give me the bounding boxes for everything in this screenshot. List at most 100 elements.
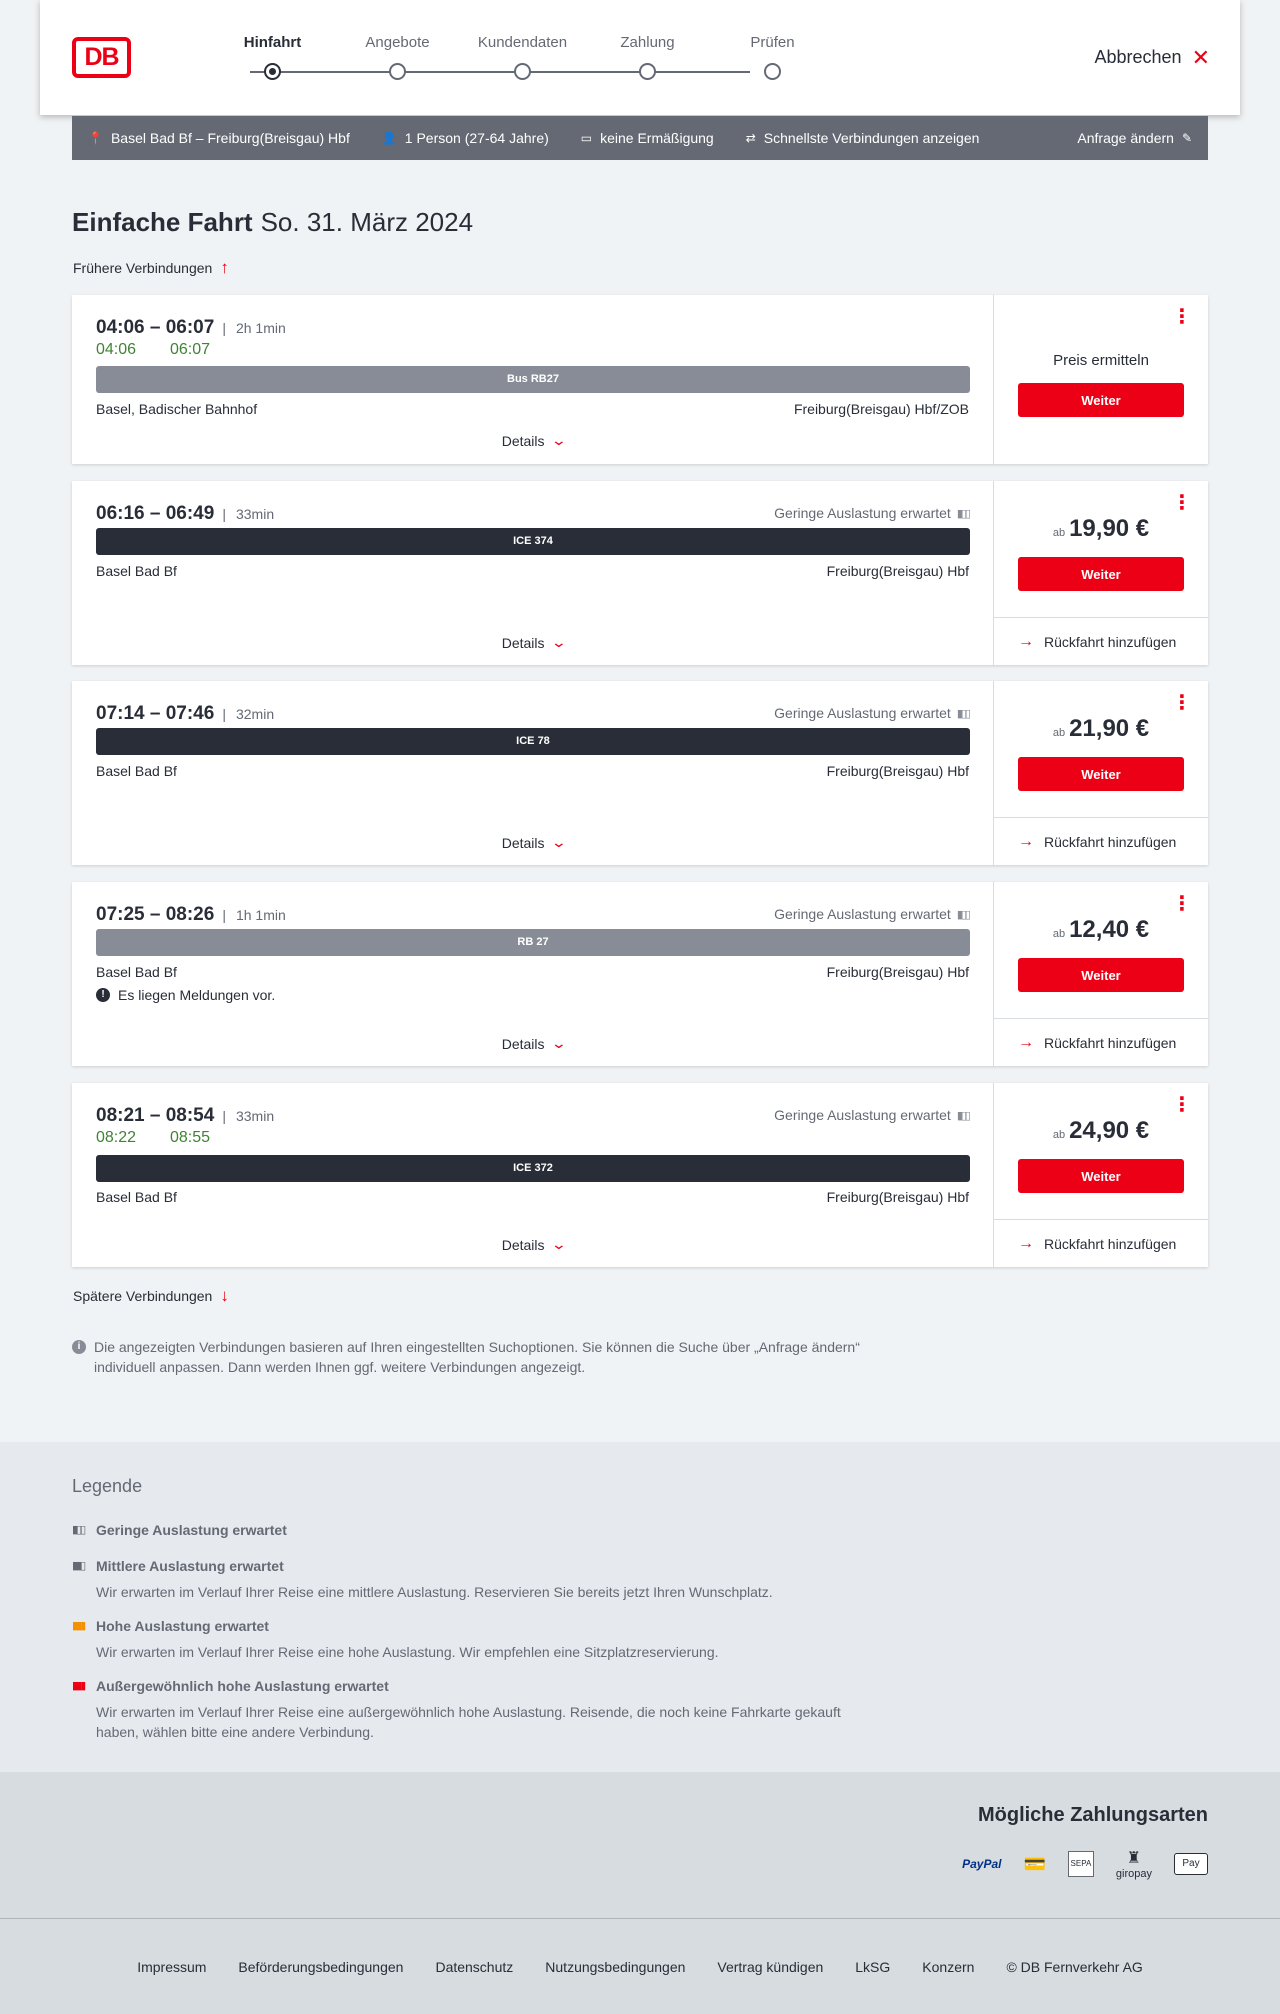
weiter-button[interactable]: Weiter	[1018, 958, 1184, 992]
price-value: 19,90 €	[1069, 515, 1150, 542]
add-return-trip[interactable]: → Rückfahrt hinzufügen	[994, 617, 1208, 665]
add-return-trip[interactable]: → Rückfahrt hinzufügen	[994, 1219, 1208, 1267]
change-query-label: Anfrage ändern	[1077, 130, 1174, 146]
step-dot	[639, 63, 656, 80]
more-options-icon[interactable]: ⋮	[1172, 693, 1192, 713]
legend-item-title: Außergewöhnlich hohe Auslastung erwartet	[96, 1678, 389, 1694]
legend-title: Legende	[72, 1476, 143, 1496]
details-toggle[interactable]: Details ⌄	[72, 634, 994, 651]
realtime-arrival: 06:07	[170, 341, 211, 358]
db-logo[interactable]: DB	[72, 37, 131, 78]
realtime-times: 04:06 06:07	[96, 341, 244, 359]
details-toggle[interactable]: Details ⌄	[72, 1236, 994, 1253]
close-icon: ✕	[1191, 44, 1210, 70]
train-bar: ICE 78	[96, 728, 970, 755]
occupancy: Geringe Auslastung erwartet ▮▯▯	[774, 1107, 971, 1123]
step-zahlung: Zahlung	[585, 34, 710, 80]
arrival-station: Freiburg(Breisgau) Hbf	[826, 763, 969, 779]
footer-link-befoerderung[interactable]: Beförderungsbedingungen	[238, 1959, 403, 1975]
arrow-right-icon: →	[1018, 1033, 1034, 1051]
realtime-departure: 08:22	[96, 1129, 137, 1146]
price-value: 12,40 €	[1069, 916, 1150, 943]
query-route-text: Basel Bad Bf – Freiburg(Breisgau) Hbf	[110, 130, 350, 146]
footer-link-lksg[interactable]: LkSG	[855, 1959, 890, 1975]
footer-link-impressum[interactable]: Impressum	[137, 1959, 206, 1975]
price: ab 21,90 €	[994, 715, 1208, 743]
departure-station: Basel Bad Bf	[96, 563, 177, 579]
details-label: Details	[501, 1236, 545, 1253]
weiter-button[interactable]: Weiter	[1018, 1159, 1184, 1193]
footer-link-datenschutz[interactable]: Datenschutz	[435, 1959, 513, 1975]
planned-times: 06:16 – 06:49	[96, 503, 215, 524]
db-logo-text: DB	[84, 43, 119, 71]
change-query-button[interactable]: Anfrage ändern ✎	[1077, 130, 1192, 146]
connection-times: 06:16 – 06:49 33min	[96, 503, 274, 525]
step-dot	[514, 63, 531, 80]
trip-type: Einfache Fahrt	[72, 207, 253, 237]
return-label: Rückfahrt hinzufügen	[1044, 633, 1177, 650]
details-toggle[interactable]: Details ⌄	[72, 1035, 994, 1052]
occupancy-high-icon: ▮▮▮	[72, 1620, 86, 1632]
later-label: Spätere Verbindungen	[73, 1288, 213, 1304]
legend-item-high: ▮▮▮ Hohe Auslastung erwartet Wir erwarte…	[72, 1618, 872, 1662]
planned-times: 04:06 – 06:07	[96, 317, 215, 338]
more-options-icon[interactable]: ⋮	[1172, 894, 1192, 914]
price-area: ⋮ ab 24,90 € Weiter → Rückfahrt hinzufügen	[994, 1083, 1208, 1267]
connection-card: 04:06 – 06:07 2h 1min 04:06 06:07 Bus RB27…	[72, 295, 1208, 464]
return-label: Rückfahrt hinzufügen	[1044, 833, 1177, 850]
progress-line	[250, 71, 750, 73]
duration: 1h 1min	[222, 907, 285, 923]
earlier-connections-link[interactable]: Frühere Verbindungen ↑	[73, 258, 229, 278]
occupancy-low-icon: ▮▯▯	[956, 1109, 971, 1122]
add-return-trip[interactable]: → Rückfahrt hinzufügen	[994, 1018, 1208, 1066]
details-toggle[interactable]: Details ⌄	[72, 834, 994, 851]
legend-item-title: Geringe Auslastung erwartet	[96, 1522, 287, 1538]
add-return-trip[interactable]: → Rückfahrt hinzufügen	[994, 817, 1208, 865]
step-label: Hinfahrt	[243, 34, 302, 51]
details-label: Details	[501, 1035, 545, 1052]
more-options-icon[interactable]: ⋮	[1172, 1095, 1192, 1115]
disruption-message[interactable]: ! Es liegen Meldungen vor.	[96, 987, 275, 1003]
duration: 2h 1min	[222, 320, 285, 336]
legend: Legende ▮▯▯ Geringe Auslastung erwartet …	[0, 1442, 1280, 1772]
details-toggle[interactable]: Details ⌄	[72, 432, 994, 449]
connection-times: 08:21 – 08:54 33min	[96, 1105, 274, 1127]
footer-link-kuendigen[interactable]: Vertrag kündigen	[717, 1959, 823, 1975]
progress-steps: Hinfahrt Angebote Kundendaten Zahlung Pr…	[210, 34, 835, 84]
duration: 32min	[222, 706, 274, 722]
footer: Impressum Beförderungsbedingungen Datens…	[0, 1918, 1280, 2014]
footer-link-nutzung[interactable]: Nutzungsbedingungen	[545, 1959, 685, 1975]
realtime-times: 08:22 08:55	[96, 1129, 244, 1147]
duration: 33min	[222, 1108, 274, 1124]
weiter-button[interactable]: Weiter	[1018, 557, 1184, 591]
weiter-button[interactable]: Weiter	[1018, 757, 1184, 791]
occupancy-label: Geringe Auslastung erwartet	[774, 705, 951, 721]
occupancy-low-icon: ▮▯▯	[956, 908, 971, 921]
planned-times: 07:14 – 07:46	[96, 703, 215, 724]
price-prefix: ab	[1052, 727, 1066, 739]
connection-card: 06:16 – 06:49 33min Geringe Auslastung er…	[72, 481, 1208, 665]
cancel-button[interactable]: Abbrechen ✕	[1094, 44, 1210, 70]
info-icon: i	[72, 1340, 86, 1354]
arrow-up-icon: ↑	[220, 258, 229, 277]
realtime-arrival: 08:55	[170, 1129, 211, 1146]
legend-item-desc: Wir erwarten im Verlauf Ihrer Reise eine…	[96, 1584, 773, 1600]
header: DB Hinfahrt Angebote Kundendaten Zahlung…	[40, 0, 1240, 115]
arrival-station: Freiburg(Breisgau) Hbf/ZOB	[793, 401, 969, 417]
more-options-icon[interactable]: ⋮	[1172, 307, 1192, 327]
connection-details-area: 07:14 – 07:46 32min Geringe Auslastung er…	[72, 681, 994, 865]
legend-item-low: ▮▯▯ Geringe Auslastung erwartet	[72, 1522, 872, 1538]
giropay-symbol: ♜	[1126, 1850, 1142, 1867]
more-options-icon[interactable]: ⋮	[1172, 493, 1192, 513]
price: ab 12,40 €	[994, 916, 1208, 944]
weiter-button[interactable]: Weiter	[1018, 383, 1184, 417]
query-route: 📍 Basel Bad Bf – Freiburg(Breisgau) Hbf	[88, 130, 350, 146]
credit-card-icon: 💳	[1023, 1853, 1046, 1874]
footer-link-konzern[interactable]: Konzern	[922, 1959, 974, 1975]
connection-card: 07:25 – 08:26 1h 1min Geringe Auslastung …	[72, 882, 1208, 1066]
step-label: Angebote	[365, 34, 430, 51]
departure-station: Basel Bad Bf	[96, 964, 177, 980]
trip-date: So. 31. März 2024	[260, 207, 474, 237]
later-connections-link[interactable]: Spätere Verbindungen ↓	[73, 1286, 229, 1306]
step-angebote: Angebote	[335, 34, 460, 80]
